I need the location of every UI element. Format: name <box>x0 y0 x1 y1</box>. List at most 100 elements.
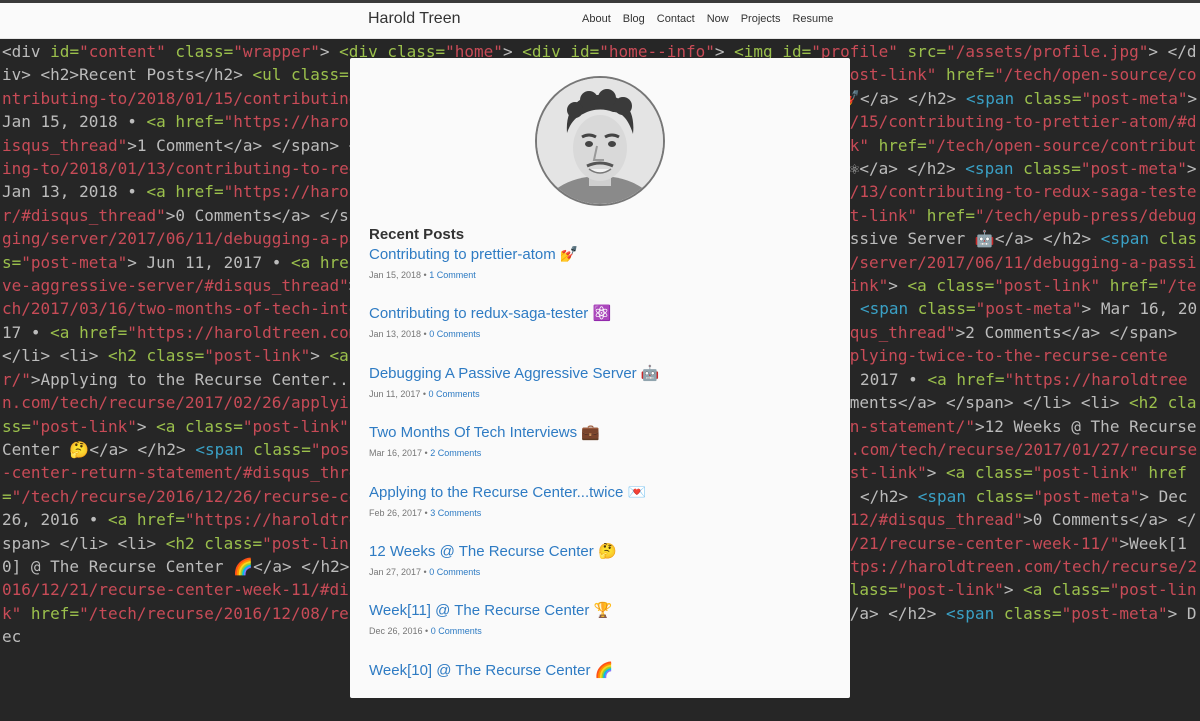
code-token: class= <box>1003 603 1062 623</box>
code-token: "post-link" <box>994 276 1110 296</box>
code-token: class= <box>175 42 234 61</box>
post-list: Contributing to prettier-atom 💅 Jan 15, … <box>369 246 839 721</box>
code-token: <div <box>2 42 51 61</box>
post-link[interactable]: Contributing to prettier-atom 💅 <box>369 246 839 264</box>
code-token: href= <box>175 182 224 202</box>
code-token: class= <box>146 346 205 366</box>
post-comments-link[interactable]: 0 Comments <box>429 567 480 577</box>
post-link[interactable]: Two Months Of Tech Interviews 💼 <box>369 424 839 442</box>
post-comments-link[interactable]: 2 Comments <box>430 448 481 458</box>
code-token: "post-meta" <box>1033 486 1140 506</box>
post-meta: Jan 15, 2018 • 1 Comment <box>369 270 476 280</box>
nav-blog[interactable]: Blog <box>623 13 645 25</box>
code-token: > <box>319 42 340 61</box>
code-token: <a <box>146 182 176 202</box>
code-token: <a <box>107 510 137 530</box>
code-token: "post-link" <box>204 346 311 366</box>
code-token: "post-meta" <box>1081 88 1188 108</box>
post-link[interactable]: Debugging A Passive Aggressive Server 🤖 <box>369 365 839 383</box>
code-token: href= <box>926 205 975 225</box>
code-token: id= <box>50 42 80 61</box>
post-date: Jan 13, 2018 <box>369 329 422 340</box>
navbar: Harold Treen About Blog Contact Now Proj… <box>0 3 1200 39</box>
list-item: Week[11] @ The Recurse Center 🏆 Dec 26, … <box>369 602 839 661</box>
code-token: "post-link" <box>242 416 359 436</box>
post-meta: Dec 26, 2016 • 0 Comments <box>369 626 482 637</box>
code-token: src= <box>907 42 947 61</box>
nav-projects[interactable]: Projects <box>741 13 781 25</box>
code-token: > <box>310 346 330 366</box>
recent-posts-heading: Recent Posts <box>369 226 465 244</box>
code-token: <a <box>907 276 937 296</box>
post-link[interactable]: Week[10] @ The Recurse Center 🌈 <box>369 662 839 680</box>
code-token: <h2>Recent Posts</h2> <box>40 65 253 85</box>
post-meta: Jan 27, 2017 • 0 Comments <box>369 566 481 577</box>
nav-contact[interactable]: Contact <box>657 13 695 25</box>
post-comments-link[interactable]: 0 Comments <box>429 329 480 339</box>
post-link[interactable]: Applying to the Recurse Center...twice 💌 <box>369 484 839 502</box>
code-token: href= <box>136 510 186 530</box>
post-meta: Jan 13, 2018 • 0 Comments <box>369 329 481 340</box>
list-item: Debugging A Passive Aggressive Server 🤖 … <box>369 365 839 424</box>
code-token: <span <box>195 439 254 459</box>
list-item: Contributing to redux-saga-tester ⚛️ Jan… <box>369 305 839 364</box>
nav-resume[interactable]: Resume <box>792 13 833 25</box>
code-token: href= <box>878 135 927 155</box>
post-meta: Jun 11, 2017 • 0 Comments <box>369 388 480 399</box>
nav-now[interactable]: Now <box>707 13 729 25</box>
code-token: <h2 <box>107 346 147 366</box>
post-comments-link[interactable]: 0 Comments <box>431 626 482 636</box>
code-token: <a <box>927 369 957 389</box>
post-comments-link[interactable]: 0 Comments <box>429 389 480 399</box>
code-token: <span <box>917 486 976 506</box>
content-card: Recent Posts Contributing to prettier-at… <box>350 58 850 698</box>
post-meta: Mar 16, 2017 • 2 Comments <box>369 448 482 459</box>
post-comments-link[interactable]: 3 Comments <box>430 508 481 518</box>
list-item: Two Months Of Tech Interviews 💼 Mar 16, … <box>369 424 839 483</box>
list-item: Applying to the Recurse Center...twice 💌… <box>369 484 839 543</box>
code-token: <span <box>965 159 1024 179</box>
code-token: class= <box>1023 88 1082 108</box>
code-token: "/assets/profile.jpg" <box>946 42 1149 61</box>
site-brand[interactable]: Harold Treen <box>368 10 461 28</box>
code-token: <span <box>1100 229 1159 249</box>
post-comments-link[interactable]: 1 Comment <box>429 270 476 280</box>
code-token: class= <box>290 65 349 85</box>
profile-avatar <box>535 76 665 206</box>
code-token: class= <box>1052 580 1110 600</box>
code-token: class= <box>974 463 1033 483</box>
code-token: "post-link" <box>30 416 137 436</box>
post-date: Mar 16, 2017 <box>369 448 423 459</box>
code-token: > <box>1003 580 1024 600</box>
code-token: href= <box>946 65 995 85</box>
code-token: <a <box>50 322 80 342</box>
code-token: class= <box>253 439 311 459</box>
nav-about[interactable]: About <box>582 13 611 25</box>
code-token: <h2 <box>1129 393 1168 413</box>
code-token: "post-meta" <box>1080 159 1187 179</box>
code-token: <a <box>156 416 186 436</box>
code-token: <ul <box>252 65 291 85</box>
code-token: href= <box>30 603 80 623</box>
code-token: "post-link" <box>1032 463 1149 483</box>
code-token: <a <box>146 112 176 132</box>
code-token: > Jun 11, 2017 • <box>127 252 291 272</box>
code-token: class= <box>936 276 995 296</box>
code-token: class= <box>1023 159 1081 179</box>
code-token: "post-meta" <box>975 299 1082 319</box>
code-token: class= <box>185 416 243 436</box>
code-token: <span <box>965 88 1024 108</box>
post-link[interactable]: Week[11] @ The Recurse Center 🏆 <box>369 602 839 620</box>
post-meta: Feb 26, 2017 • 3 Comments <box>369 507 482 518</box>
post-date: Jan 15, 2018 <box>369 270 422 280</box>
nav-menu: About Blog Contact Now Projects Resume <box>582 13 845 25</box>
code-token: href= <box>956 369 1005 389</box>
code-token: class= <box>204 533 263 553</box>
list-item: 12 Weeks @ The Recurse Center 🤔 Jan 27, … <box>369 543 839 602</box>
post-link[interactable]: 12 Weeks @ The Recurse Center 🤔 <box>369 543 839 561</box>
post-date: Jan 27, 2017 <box>369 566 422 577</box>
post-link[interactable]: Contributing to redux-saga-tester ⚛️ <box>369 305 839 323</box>
code-token: > <box>888 276 908 296</box>
code-token: <span <box>946 603 1004 623</box>
post-date: Dec 26, 2016 <box>369 626 423 637</box>
